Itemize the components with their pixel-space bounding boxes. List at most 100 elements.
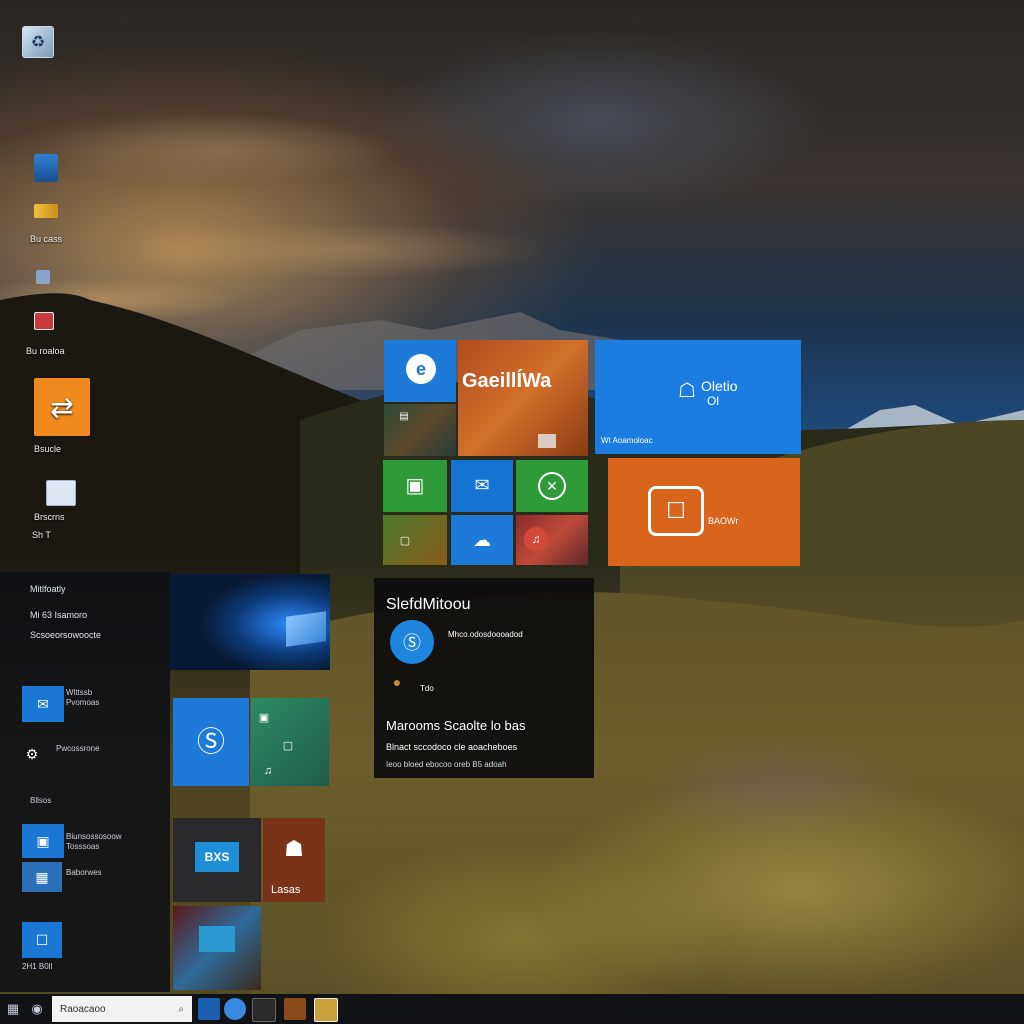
app-icon (34, 154, 58, 182)
camera-icon (538, 434, 556, 448)
start-app-label: Wlttssb Pvomoas (66, 688, 100, 707)
start-app-label: 2H1 B0ll (22, 962, 53, 971)
tile-xbox-small[interactable]: ✕ (516, 460, 588, 512)
tile-collage[interactable] (173, 906, 261, 990)
recycle-bin-icon[interactable]: ♻ (22, 26, 54, 58)
tile-bag[interactable]: ☗ Lasas (263, 818, 325, 902)
taskbar-app-store[interactable] (314, 998, 338, 1022)
search-icon: ⌕ (178, 1003, 184, 1015)
bag-icon: ☗ (284, 836, 304, 861)
skype-icon: Ⓢ (196, 726, 225, 757)
start-app-settings[interactable]: ⚙ (22, 736, 42, 772)
selected-tile-link[interactable]: Mhco.odosdoooadod (448, 630, 523, 639)
photos-icon: ▣ (405, 474, 425, 497)
selected-tile-meta: Tdo (420, 684, 434, 693)
share-icon: ⇄ (34, 378, 90, 436)
store-tile-caption: Wt Aoamoloac (601, 436, 653, 445)
tile-skype[interactable]: Ⓢ (173, 698, 249, 786)
start-app-label: Pwcossrone (56, 744, 100, 753)
tile-weather-small[interactable]: ☁ (451, 515, 513, 565)
skype-icon[interactable]: Ⓢ (390, 620, 434, 664)
windows-logo-icon (286, 611, 326, 647)
tile-photos-small[interactable]: ▣ (383, 460, 447, 512)
taskbar-app-photos[interactable] (284, 998, 306, 1020)
desktop-icon-app-9-glyph[interactable] (46, 480, 76, 506)
taskbar: ▦ ◉ Raoacaoo ⌕ (0, 994, 1024, 1024)
start-list-label: Mitlfoatly (30, 584, 66, 594)
start-app-label: Bllsos (30, 796, 52, 805)
calendar-icon (34, 312, 54, 330)
desktop-icon-label: Bsucle (34, 444, 62, 454)
start-list-item[interactable]: Mitlfoatly (30, 584, 66, 594)
selected-tile-line1: Blnact sccodoco cle aoacheboes (386, 742, 518, 752)
banner-tile-title: GaeillÍWa (462, 370, 552, 392)
weather-icon: ☁ (473, 529, 491, 550)
start-app-label: Biunsossosoow Tosssoas (66, 832, 122, 851)
store-tile-subtitle: Ol (707, 394, 719, 408)
document-icon (36, 270, 50, 284)
desktop-icon-app-6[interactable]: Bu roaloa (26, 346, 65, 356)
photos-icon: ▣ (258, 711, 270, 724)
record-icon: ◉ (31, 1001, 43, 1016)
calendar-icon: ▦ (35, 868, 49, 885)
bag-tile-label: Lasas (271, 884, 301, 896)
folder-icon (34, 204, 58, 218)
office-icon: ☐ (648, 486, 704, 536)
image-icon (199, 926, 235, 952)
desktop-icon-app-9[interactable]: Brscrns (34, 512, 65, 522)
desktop-icon-app-2[interactable] (34, 204, 58, 218)
store-tile-title: Oletio (701, 378, 738, 394)
selected-tile-line2: Ieoo bloed ebocoo oreb B5 adoah (386, 760, 507, 769)
desktop-icon-app-10[interactable]: Sh T (32, 530, 51, 540)
search-placeholder: Raoacaoo (60, 1003, 106, 1015)
computer-icon (46, 480, 76, 506)
desktop-icon-app-5[interactable] (34, 312, 54, 330)
taskbar-search-box[interactable]: Raoacaoo ⌕ (52, 996, 192, 1022)
start-app-store[interactable]: ☐ (22, 922, 62, 958)
tile-photos[interactable]: ▣ ▢ ♫ (251, 698, 329, 786)
edge-icon: e (406, 354, 436, 384)
tile-gallery[interactable]: BXS (173, 818, 261, 902)
tile-mail-small[interactable]: ✉ (451, 460, 513, 512)
start-list-item[interactable]: Mi 63 Isamoro (30, 610, 87, 620)
mail-icon: ✉ (37, 695, 49, 712)
photos-icon: ▣ (36, 832, 50, 849)
news-icon: ▤ (399, 410, 409, 422)
tile-news[interactable]: ▤ (384, 404, 456, 456)
start-app-mail[interactable]: ✉ (22, 686, 64, 722)
desktop-icon-label: Sh T (32, 530, 51, 540)
tile-music-small[interactable]: ♫ (516, 515, 588, 565)
start-app-label: Baborwes (66, 868, 102, 877)
desktop-icon-app-3[interactable]: Bu cass (30, 234, 62, 244)
mail-icon: ✉ (474, 474, 490, 495)
tile-store[interactable]: ☖ Oletio Ol Wt Aoamoloac (595, 340, 801, 454)
desktop-icon-app-7[interactable]: ⇄ (34, 378, 90, 436)
desktop-icon-app-4[interactable] (36, 270, 50, 284)
start-app-calendar[interactable]: ▦ (22, 862, 62, 892)
taskbar-app-edge[interactable] (224, 998, 246, 1020)
desktop-icon-app-1[interactable] (34, 154, 58, 182)
tile-banner[interactable]: GaeillÍWa (458, 340, 588, 456)
store-icon: ☐ (35, 931, 49, 948)
tile-edge[interactable]: e (384, 340, 456, 402)
xbox-icon: ✕ (538, 472, 566, 500)
windows-logo-icon: ▦ (6, 1001, 20, 1016)
start-button[interactable]: ▦ (2, 998, 24, 1020)
desktop-icon-app-8[interactable]: Bsucle (34, 444, 61, 454)
office-tile-label: BAOWr (708, 516, 739, 526)
start-list-label: Mi 63 Isamoro (30, 610, 88, 620)
taskbar-app-task-view[interactable] (198, 998, 220, 1020)
start-app-photos[interactable]: ▣ (22, 824, 64, 858)
cookie-icon: ● (392, 674, 402, 690)
start-list-item[interactable]: Scsoeorsowoocte (30, 630, 101, 640)
desktop-icon-label: Brscrns (34, 512, 65, 522)
tile-office[interactable]: ☐ BAOWr (608, 458, 800, 566)
cortana-button[interactable]: ◉ (26, 998, 48, 1020)
desktop-icon-label: Bu roaloa (26, 346, 65, 356)
selected-tile-heading: Marooms Scaolte lo bas (386, 718, 526, 733)
tile-image-small[interactable]: ▢ (383, 515, 447, 565)
settings-icon: ⚙ (25, 745, 39, 762)
image-icon: ▢ (282, 739, 294, 752)
taskbar-app-explorer[interactable] (252, 998, 276, 1022)
image-icon: ▢ (399, 534, 411, 547)
